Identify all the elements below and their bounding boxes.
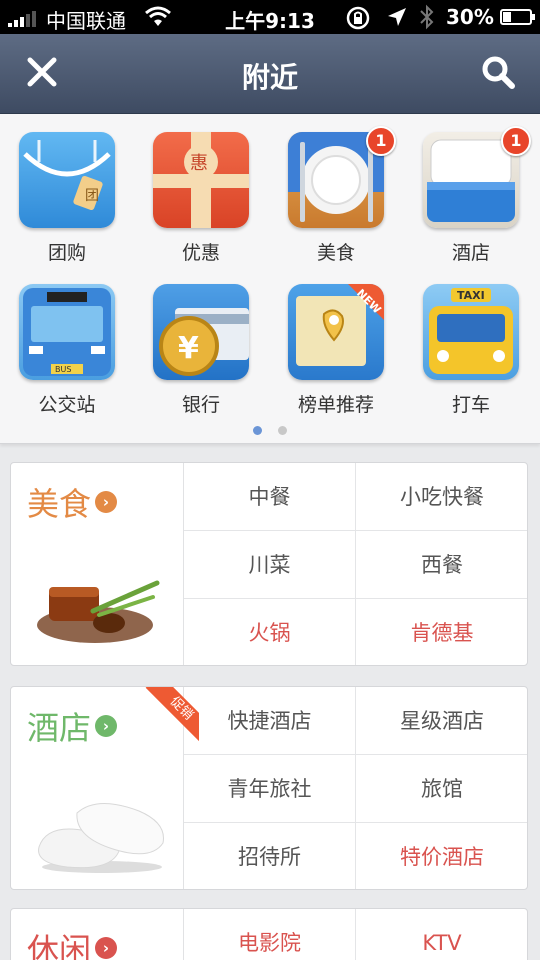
bank-card-coin-icon: ¥: [153, 284, 249, 380]
grid-item-label: 酒店: [451, 242, 490, 264]
pillows-image: [38, 802, 164, 873]
option-inn[interactable]: 旅馆: [356, 755, 527, 823]
grid-item-label: 榜单推荐: [297, 394, 374, 416]
page-dot-active: [253, 426, 262, 435]
category-card-food: 美食 › 中餐 小吃快餐 川菜 西餐 火锅 肯德基: [10, 462, 528, 666]
category-header-hotel[interactable]: 酒店 › 促销: [11, 687, 199, 889]
shopping-bag-icon: 团: [19, 132, 115, 228]
option-hotpot[interactable]: 火锅: [184, 599, 356, 665]
grid-item-ranking[interactable]: NEW 榜单推荐: [276, 268, 396, 418]
grid-item-group-buy[interactable]: 团 团购: [7, 116, 127, 266]
battery-percent: 30%: [446, 5, 494, 29]
option-ktv[interactable]: KTV: [356, 909, 527, 960]
status-bar: 中国联通 上午9:13 30%: [0, 0, 540, 34]
chevron-right-icon: ›: [95, 937, 118, 959]
grid-item-hotel[interactable]: 1 酒店: [411, 116, 531, 266]
bluetooth-icon: [418, 4, 436, 35]
grid-item-label: 优惠: [181, 242, 220, 264]
grid-item-bus-stop[interactable]: BUS 公交站: [7, 268, 127, 418]
grid-item-bank[interactable]: ¥ 银行: [141, 268, 261, 418]
page-dot: [278, 426, 287, 435]
category-title: 酒店: [27, 709, 92, 747]
option-budget-hotel[interactable]: 快捷酒店: [184, 687, 356, 755]
option-star-hotel[interactable]: 星级酒店: [356, 687, 527, 755]
grid-item-label: 打车: [451, 394, 490, 416]
grid-item-discount[interactable]: 惠 优惠: [141, 116, 261, 266]
grid-item-label: 团购: [47, 242, 86, 264]
chevron-right-icon: ›: [95, 491, 118, 513]
category-card-hotel: 酒店 › 促销 快捷酒店 星级酒店 青年旅社 旅馆 招待所 特价酒店: [10, 686, 528, 890]
category-card-leisure: 休闲 › 电影院 KTV: [10, 908, 528, 960]
braised-pork-dish-image: [37, 580, 160, 643]
bus-icon: BUS: [19, 284, 115, 380]
option-youth-hostel[interactable]: 青年旅社: [184, 755, 356, 823]
category-title: 美食: [27, 485, 92, 523]
option-cinema[interactable]: 电影院: [184, 909, 356, 960]
category-icon-grid: 团 团购 惠 优惠 1 美食 1 酒店 BUS 公交站 ¥ 银行 NEW 榜单推…: [0, 114, 540, 444]
option-western[interactable]: 西餐: [356, 531, 527, 599]
option-snacks[interactable]: 小吃快餐: [356, 463, 527, 531]
search-icon: [482, 56, 515, 89]
navigation-bar: 附近: [0, 34, 540, 114]
ranking-map-icon: NEW: [288, 284, 384, 380]
taxi-icon: TAXI: [423, 284, 519, 380]
option-discount-hotel[interactable]: 特价酒店: [356, 823, 527, 889]
notification-badge: 1: [501, 126, 531, 156]
category-header-leisure[interactable]: 休闲 ›: [11, 909, 184, 960]
rotation-lock-icon: [345, 6, 371, 35]
taxi-icon-text: TAXI: [457, 289, 485, 302]
page-indicator: [0, 420, 540, 439]
svg-text:团: 团: [85, 188, 99, 204]
battery-icon: [500, 9, 535, 25]
category-header-food[interactable]: 美食 ›: [11, 463, 184, 665]
coin-icon-text: ¥: [178, 331, 199, 366]
grid-item-taxi[interactable]: TAXI 打车: [411, 268, 531, 418]
option-guesthouse[interactable]: 招待所: [184, 823, 356, 889]
location-arrow-icon: [386, 6, 408, 33]
category-title: 休闲: [27, 931, 92, 960]
bus-icon-text: BUS: [55, 365, 71, 374]
page-title: 附近: [241, 61, 298, 94]
option-chinese-food[interactable]: 中餐: [184, 463, 356, 531]
grid-item-food[interactable]: 1 美食: [276, 116, 396, 266]
gift-box-icon: 惠: [153, 132, 249, 228]
chevron-right-icon: ›: [95, 715, 118, 737]
notification-badge: 1: [366, 126, 396, 156]
option-kfc[interactable]: 肯德基: [356, 599, 527, 665]
search-button[interactable]: [478, 52, 518, 92]
grid-item-label: 美食: [316, 242, 355, 264]
gift-box-icon-text: 惠: [190, 153, 208, 174]
option-sichuan[interactable]: 川菜: [184, 531, 356, 599]
grid-item-label: 银行: [181, 394, 220, 416]
grid-item-label: 公交站: [38, 394, 96, 416]
